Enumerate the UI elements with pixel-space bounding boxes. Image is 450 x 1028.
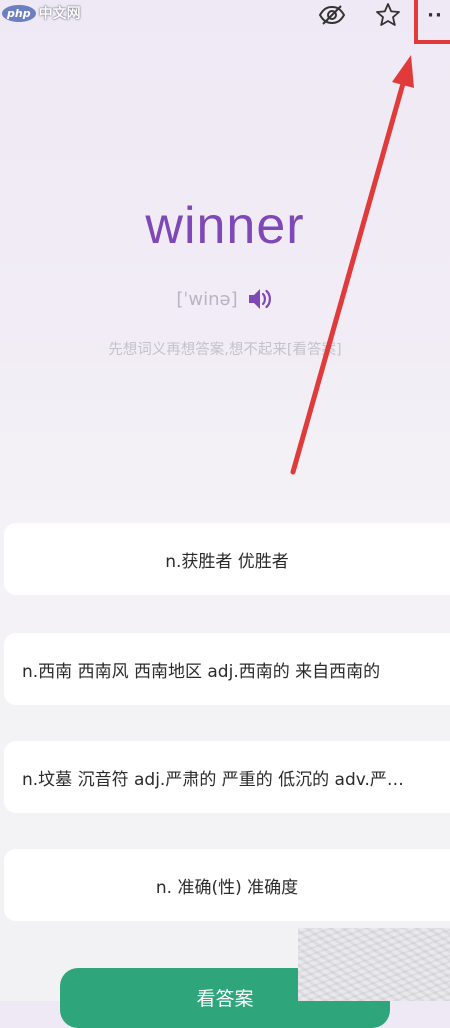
option-label: n. 准确(性) 准确度	[155, 877, 299, 898]
annotation-arrow-head	[392, 55, 414, 88]
answer-option-3[interactable]: n.坟墓 沉音符 adj.严肃的 严重的 低沉的 adv.严肃地	[4, 741, 450, 813]
top-bar: php 中文网 ··	[0, 0, 450, 34]
phonetic-text: [ˈwinə]	[176, 288, 238, 310]
pronounce-button[interactable]	[246, 286, 274, 312]
annotation-arrow-line	[290, 77, 407, 475]
watermark-noise	[298, 928, 450, 1001]
answer-option-1[interactable]: n.获胜者 优胜者	[4, 523, 450, 595]
highlight-box	[414, 0, 450, 44]
phonetic-row: [ˈwinə]	[0, 286, 450, 312]
speaker-icon	[248, 289, 271, 309]
word-title: winner	[145, 197, 305, 255]
watermark: php 中文网	[2, 3, 81, 23]
answer-option-4[interactable]: n. 准确(性) 准确度	[4, 849, 450, 921]
watermark-text: 中文网	[38, 6, 81, 22]
option-label: n.西南 西南风 西南地区 adj.西南的 来自西南的	[22, 661, 381, 682]
hint-text[interactable]: 先想词义再想答案,想不起来[看答案]	[0, 338, 450, 359]
eye-slash-icon	[318, 5, 346, 25]
option-label: n.获胜者 优胜者	[165, 551, 289, 572]
answer-option-2[interactable]: n.西南 西南风 西南地区 adj.西南的 来自西南的	[4, 633, 450, 705]
show-answer-label: 看答案	[196, 988, 254, 1010]
favorite-star-button[interactable]	[372, 0, 404, 30]
option-label: n.坟墓 沉音符 adj.严肃的 严重的 低沉的 adv.严肃地	[22, 769, 420, 790]
star-icon	[376, 3, 400, 26]
hide-eye-button[interactable]	[316, 0, 348, 30]
watermark-badge: php	[2, 4, 36, 22]
